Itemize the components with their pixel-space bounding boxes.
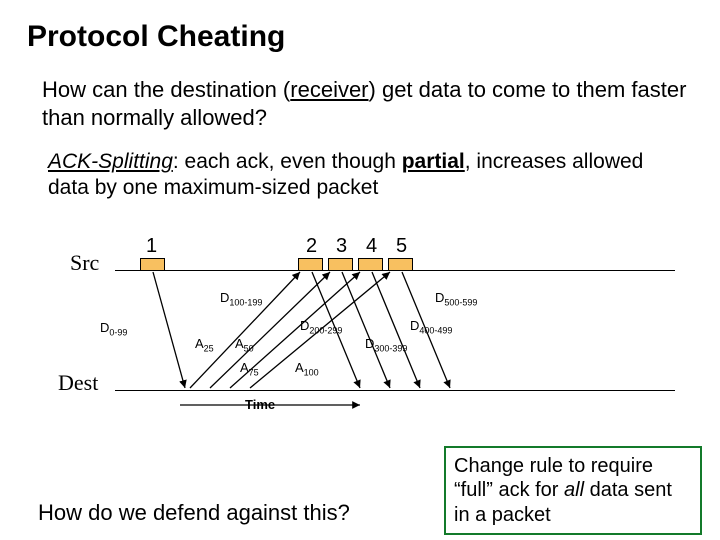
a-label-100: A100 <box>295 360 319 378</box>
d-sub-100-199: 100-199 <box>229 297 262 307</box>
a-sub-75: 75 <box>249 367 259 377</box>
d-label-100-199: D100-199 <box>220 290 262 308</box>
term-partial: partial <box>402 150 465 173</box>
a-label-75: A75 <box>240 360 259 378</box>
a-sub-100: 100 <box>304 367 319 377</box>
question-pre: How can the destination ( <box>42 77 290 102</box>
time-axis-label: Time <box>245 397 275 412</box>
defend-question: How do we defend against this? <box>38 500 350 526</box>
a-label-25: A25 <box>195 336 214 354</box>
a-sub-50: 50 <box>244 343 254 353</box>
a-sub-25: 25 <box>204 343 214 353</box>
defense-callout: Change rule to require “full” ack for al… <box>444 446 702 535</box>
d-label-300-399: D300-399 <box>365 336 407 354</box>
d-label-0-99: D0-99 <box>100 320 127 338</box>
term-ack-splitting: ACK-Splitting <box>48 150 173 173</box>
timing-diagram: Src Dest 1 2 3 4 5 <box>40 210 700 410</box>
question-receiver: receiver <box>290 77 368 102</box>
lead-question: How can the destination (receiver) get d… <box>42 76 690 131</box>
d-sub-400-499: 400-499 <box>419 325 452 335</box>
arrows-svg <box>40 210 700 410</box>
d-label-200-299: D200-299 <box>300 318 342 336</box>
ack-splitting-desc: ACK-Splitting: each ack, even though par… <box>48 149 690 202</box>
d-label-400-499: D400-499 <box>410 318 452 336</box>
a-label-50: A50 <box>235 336 254 354</box>
desc-mid1: : each ack, even though <box>173 150 402 173</box>
d-sub-300-399: 300-399 <box>374 343 407 353</box>
slide-title: Protocol Cheating <box>27 20 690 54</box>
callout-all: all <box>564 479 584 501</box>
d-label-500-599: D500-599 <box>435 290 477 308</box>
d-sub-200-299: 200-299 <box>309 325 342 335</box>
d-sub-500-599: 500-599 <box>444 297 477 307</box>
d-sub-0-99: 0-99 <box>109 327 127 337</box>
